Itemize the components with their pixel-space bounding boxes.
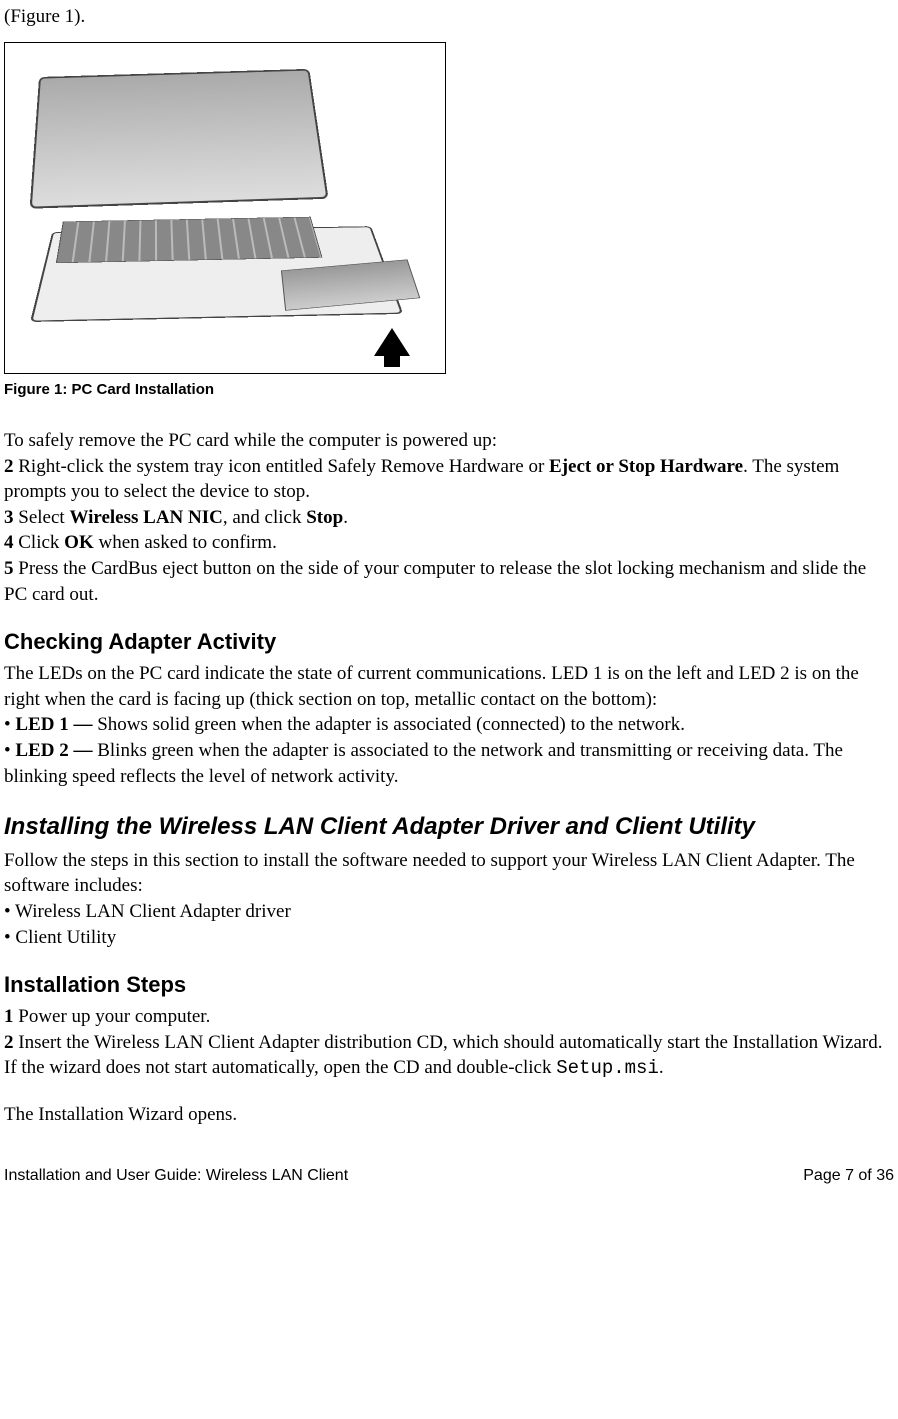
installing-b1: • Wireless LAN Client Adapter driver: [4, 899, 894, 925]
is2-num: 2: [4, 1032, 14, 1053]
footer-left: Installation and User Guide: Wireless LA…: [4, 1165, 348, 1187]
step-2-num: 2: [4, 456, 14, 477]
installing-block: Follow the steps in this section to inst…: [4, 848, 894, 951]
led-1-bullet: •: [4, 714, 15, 735]
step-3-b: Wireless LAN NIC: [69, 507, 222, 528]
led-1-text: Shows solid green when the adapter is as…: [92, 714, 685, 735]
step-3-e: .: [343, 507, 348, 528]
install-step-1: 1 Power up your computer.: [4, 1004, 894, 1030]
step-4-a: Click: [14, 532, 65, 553]
led-1-label: LED 1 —: [15, 714, 92, 735]
wizard-opens: The Installation Wizard opens.: [4, 1102, 894, 1128]
step-2-b: Eject or Stop Hardware: [549, 456, 743, 477]
install-steps-heading: Installation Steps: [4, 970, 894, 1000]
top-line: (Figure 1).: [4, 4, 894, 30]
step-3-d: Stop: [306, 507, 343, 528]
installing-heading: Installing the Wireless LAN Client Adapt…: [4, 811, 894, 843]
led-2-label: LED 2 —: [15, 740, 92, 761]
led-2-bullet: •: [4, 740, 15, 761]
installing-p1: Follow the steps in this section to inst…: [4, 848, 894, 899]
footer-right: Page 7 of 36: [803, 1165, 894, 1187]
step-2: 2 Right-click the system tray icon entit…: [4, 454, 894, 505]
led-2-text: Blinks green when the adapter is associa…: [4, 740, 843, 787]
step-3-a: Select: [14, 507, 70, 528]
step-5: 5 Press the CardBus eject button on the …: [4, 556, 894, 607]
remove-steps-block: To safely remove the PC card while the c…: [4, 428, 894, 607]
led-2: • LED 2 — Blinks green when the adapter …: [4, 738, 894, 789]
figure-1-image: [4, 42, 446, 374]
remove-intro: To safely remove the PC card while the c…: [4, 428, 894, 454]
is1-text: Power up your computer.: [14, 1006, 211, 1027]
is2-code: Setup.msi: [556, 1057, 659, 1079]
step-2-a: Right-click the system tray icon entitle…: [14, 456, 550, 477]
install-steps-block: 1 Power up your computer. 2 Insert the W…: [4, 1004, 894, 1082]
step-5-a: Press the CardBus eject button on the si…: [4, 558, 866, 605]
page-footer: Installation and User Guide: Wireless LA…: [4, 1165, 894, 1187]
step-4: 4 Click OK when asked to confirm.: [4, 530, 894, 556]
step-4-c: when asked to confirm.: [94, 532, 277, 553]
led-1: • LED 1 — Shows solid green when the ada…: [4, 712, 894, 738]
checking-heading: Checking Adapter Activity: [4, 627, 894, 657]
step-3: 3 Select Wireless LAN NIC, and click Sto…: [4, 505, 894, 531]
checking-p1: The LEDs on the PC card indicate the sta…: [4, 661, 894, 712]
step-4-num: 4: [4, 532, 14, 553]
installing-b2: • Client Utility: [4, 925, 894, 951]
step-5-num: 5: [4, 558, 14, 579]
is2-b: .: [659, 1057, 664, 1078]
checking-block: The LEDs on the PC card indicate the sta…: [4, 661, 894, 789]
install-step-2: 2 Insert the Wireless LAN Client Adapter…: [4, 1030, 894, 1082]
step-3-num: 3: [4, 507, 14, 528]
step-4-b: OK: [64, 532, 94, 553]
step-3-c: , and click: [223, 507, 306, 528]
figure-caption: Figure 1: PC Card Installation: [4, 380, 894, 400]
is2-a: Insert the Wireless LAN Client Adapter d…: [4, 1032, 882, 1079]
is1-num: 1: [4, 1006, 14, 1027]
